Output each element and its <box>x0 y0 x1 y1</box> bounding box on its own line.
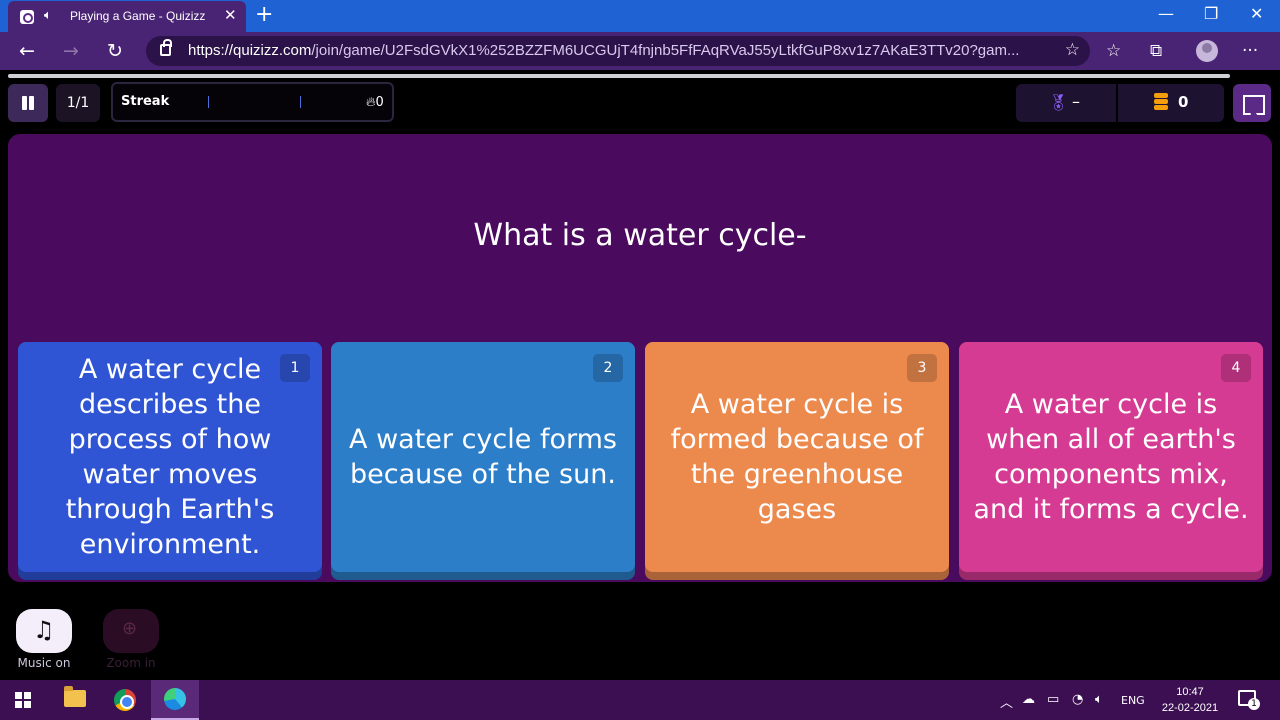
window-close-icon[interactable]: ✕ <box>1250 4 1263 23</box>
speaker-icon[interactable]: 🔈︎ <box>44 8 52 23</box>
question-text: What is a water cycle- <box>473 218 807 253</box>
url-text: https://quizizz.com/join/game/U2FsdGVkX1… <box>188 42 1020 59</box>
answer-option-2[interactable]: A water cycle forms because of the sun. … <box>331 342 635 580</box>
lock-icon <box>160 39 172 56</box>
browser-tab-strip: 🔈︎ Playing a Game - Quizizz ✕ + — ❐ ✕ <box>0 0 1280 32</box>
option-number-badge: 3 <box>907 354 937 382</box>
answer-card[interactable]: A water cycle is formed because of the g… <box>645 342 949 572</box>
question-progress-bar <box>8 74 1230 78</box>
coins-icon <box>1154 93 1168 111</box>
music-toggle-button[interactable]: ♫ <box>16 609 72 653</box>
flame-icon: 🔥︎ <box>366 95 376 110</box>
profile-avatar[interactable] <box>1196 40 1218 62</box>
answer-option-1[interactable]: A water cycle describes the process of h… <box>18 342 322 580</box>
windows-start-icon[interactable] <box>15 692 32 708</box>
answer-card[interactable]: A water cycle describes the process of h… <box>18 342 322 572</box>
answer-text: A water cycle is when all of earth's com… <box>973 389 1249 525</box>
pause-button[interactable] <box>8 84 48 122</box>
chrome-icon[interactable] <box>114 689 136 711</box>
streak-marker <box>300 96 301 108</box>
language-indicator[interactable]: ENG <box>1121 694 1145 707</box>
minimize-icon[interactable]: — <box>1158 4 1174 23</box>
collections-icon[interactable]: ⧉ <box>1150 41 1162 61</box>
forward-icon[interactable]: → <box>58 38 84 64</box>
notification-count: 1 <box>1248 698 1260 710</box>
address-bar[interactable]: https://quizizz.com/join/game/U2FsdGVkX1… <box>146 36 1090 66</box>
answer-card[interactable]: A water cycle is when all of earth's com… <box>959 342 1263 572</box>
restore-icon[interactable]: ❐ <box>1204 4 1218 23</box>
tab-close-icon[interactable]: ✕ <box>224 6 237 24</box>
answer-text: A water cycle describes the process of h… <box>65 354 275 560</box>
browser-toolbar: ← → ↻ https://quizizz.com/join/game/U2Fs… <box>0 32 1280 70</box>
clock-date: 22-02-2021 <box>1161 702 1219 714</box>
favorites-icon[interactable]: ☆ <box>1106 41 1121 61</box>
fullscreen-button[interactable] <box>1233 84 1271 122</box>
coins-value: 0 <box>1178 93 1189 111</box>
streak-marker <box>208 96 209 108</box>
rank-value: – <box>1072 92 1080 111</box>
streak-bar: Streak 🔥︎0 <box>111 82 394 122</box>
browser-tab[interactable]: 🔈︎ Playing a Game - Quizizz ✕ <box>8 1 246 32</box>
option-number-badge: 4 <box>1221 354 1251 382</box>
answer-option-4[interactable]: A water cycle is when all of earth's com… <box>959 342 1263 580</box>
battery-icon[interactable]: ▭ <box>1047 692 1059 707</box>
answer-option-3[interactable]: A water cycle is formed because of the g… <box>645 342 949 580</box>
answer-card[interactable]: A water cycle forms because of the sun. <box>331 342 635 572</box>
medal-icon: 🏅︎ <box>1048 93 1069 112</box>
volume-icon[interactable]: 🔈︎ <box>1095 692 1103 707</box>
question-counter: 1/1 <box>56 84 100 122</box>
music-label: Music on <box>17 656 71 670</box>
back-icon[interactable]: ← <box>14 38 40 64</box>
more-icon[interactable]: ··· <box>1242 41 1258 61</box>
add-favorite-icon[interactable]: ☆ <box>1065 40 1080 60</box>
option-number-badge: 2 <box>593 354 623 382</box>
zoom-in-button[interactable]: ⊕ <box>103 609 159 653</box>
zoom-icon: ⊕ <box>122 618 138 639</box>
music-note-icon: ♫ <box>33 616 55 644</box>
streak-count: 🔥︎0 <box>366 95 384 110</box>
answer-text: A water cycle is formed because of the g… <box>670 389 924 525</box>
wifi-icon[interactable]: ◔ <box>1072 692 1083 707</box>
quizizz-favicon-icon <box>20 10 34 24</box>
refresh-icon[interactable]: ↻ <box>102 38 128 64</box>
streak-label: Streak <box>121 94 170 109</box>
system-clock[interactable]: 10:47 22-02-2021 <box>1150 684 1230 716</box>
file-explorer-icon[interactable] <box>64 686 86 707</box>
onedrive-icon[interactable]: ☁ <box>1022 692 1035 707</box>
zoom-label: Zoom in <box>106 656 156 670</box>
option-number-badge: 1 <box>280 354 310 382</box>
score-panel: 🏅︎ – 0 <box>1016 84 1224 122</box>
edge-icon[interactable] <box>151 680 199 720</box>
answer-text: A water cycle forms because of the sun. <box>349 424 617 490</box>
divider <box>1116 84 1118 122</box>
clock-time: 10:47 <box>1176 686 1204 698</box>
notification-center-icon[interactable]: 1 <box>1238 690 1260 710</box>
chevron-up-icon[interactable]: ︿ <box>1000 692 1013 711</box>
new-tab-button[interactable]: + <box>255 2 273 28</box>
tab-title: Playing a Game - Quizizz <box>70 9 206 23</box>
